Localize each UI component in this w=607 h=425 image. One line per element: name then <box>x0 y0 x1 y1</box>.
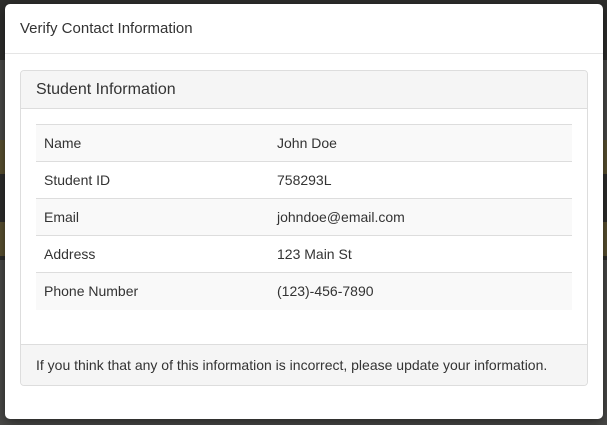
row-label-email: Email <box>36 198 269 236</box>
panel-heading: Student Information <box>21 71 587 109</box>
row-label-name: Name <box>36 124 269 162</box>
panel-title: Student Information <box>36 80 176 98</box>
row-value-phone: (123)-456-7890 <box>269 272 572 310</box>
student-info-table: Name John Doe Student ID 758293L Email j… <box>36 124 572 310</box>
table-row: Name John Doe <box>36 124 572 162</box>
panel-body: Name John Doe Student ID 758293L Email j… <box>21 109 587 345</box>
table-row: Address 123 Main St <box>36 235 572 273</box>
row-label-address: Address <box>36 235 269 273</box>
table-row: Email johndoe@email.com <box>36 198 572 236</box>
table-row: Phone Number (123)-456-7890 <box>36 272 572 310</box>
panel-footer-note: If you think that any of this informatio… <box>21 344 587 385</box>
row-label-phone: Phone Number <box>36 272 269 310</box>
row-value-address: 123 Main St <box>269 235 572 273</box>
row-label-student-id: Student ID <box>36 161 269 199</box>
verify-contact-modal: Verify Contact Information Student Infor… <box>5 4 603 419</box>
row-value-email: johndoe@email.com <box>269 198 572 236</box>
row-value-student-id: 758293L <box>269 161 572 199</box>
row-value-name: John Doe <box>269 124 572 162</box>
table-row: Student ID 758293L <box>36 161 572 199</box>
modal-header: Verify Contact Information <box>5 4 603 54</box>
modal-title: Verify Contact Information <box>20 20 193 37</box>
student-info-panel: Student Information Name John Doe Studen… <box>20 70 588 386</box>
